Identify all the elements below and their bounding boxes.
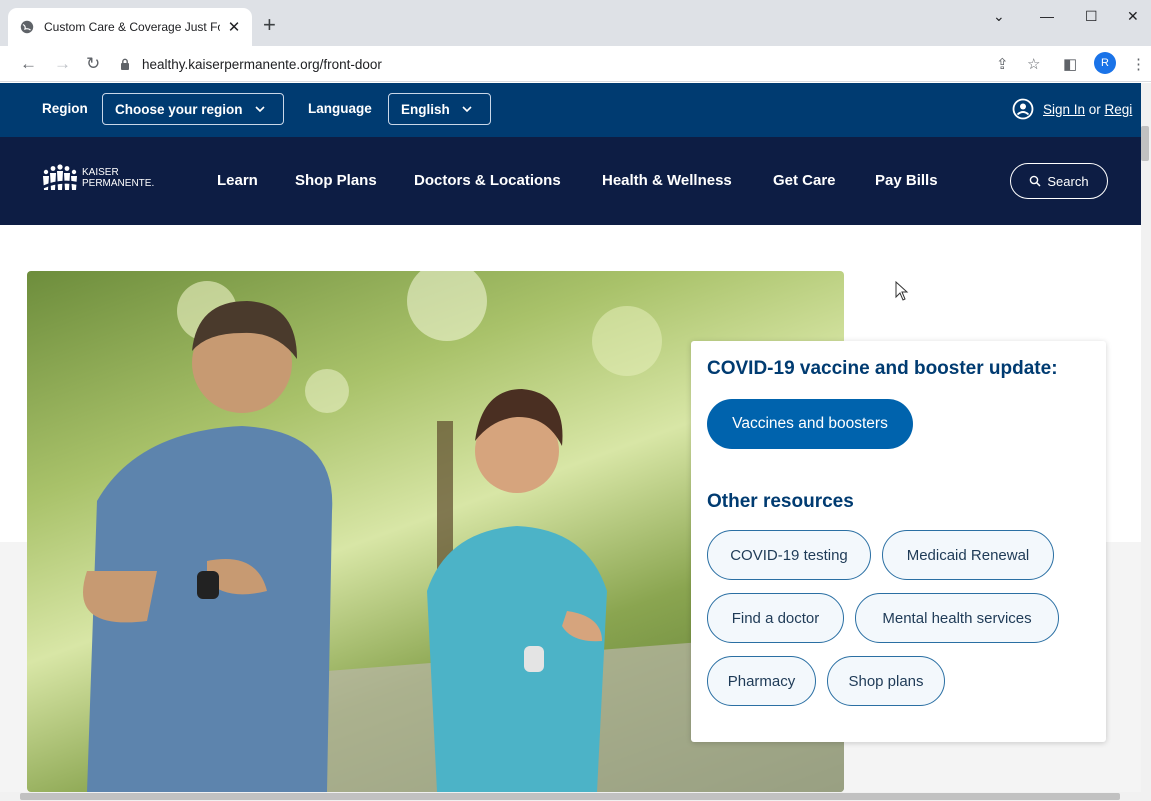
language-value: English — [401, 101, 450, 117]
horizontal-scrollbar[interactable] — [0, 792, 1141, 801]
other-resources-heading: Other resources — [707, 491, 854, 512]
kaiser-permanente-logo[interactable]: KAISER PERMANENTE. — [42, 164, 154, 192]
nav-health-wellness[interactable]: Health & Wellness — [602, 172, 732, 189]
language-label: Language — [308, 101, 372, 116]
close-window-icon[interactable]: ✕ — [1127, 8, 1139, 25]
pharmacy-button[interactable]: Pharmacy — [707, 656, 816, 706]
logo-line-1: KAISER — [82, 167, 119, 178]
vertical-scrollbar[interactable] — [1141, 83, 1151, 801]
reload-icon[interactable]: ↻ — [86, 54, 100, 74]
find-doctor-button[interactable]: Find a doctor — [707, 593, 844, 643]
nav-pay-bills[interactable]: Pay Bills — [875, 172, 938, 189]
utility-bar: Region Choose your region Language Engli… — [0, 83, 1141, 137]
menu-icon[interactable]: ⋮ — [1131, 55, 1146, 73]
search-icon — [1030, 175, 1041, 187]
tab-close-icon[interactable]: ✕ — [226, 18, 242, 36]
minimize-icon[interactable]: — — [1040, 8, 1054, 24]
profile-avatar[interactable]: R — [1094, 52, 1116, 74]
region-label: Region — [42, 101, 88, 116]
tab-title: Custom Care & Coverage Just Fo — [44, 20, 220, 34]
user-circle-icon — [1012, 98, 1034, 120]
maximize-icon[interactable]: ☐ — [1085, 8, 1098, 25]
vaccines-boosters-button[interactable]: Vaccines and boosters — [707, 399, 913, 449]
nav-learn[interactable]: Learn — [217, 172, 258, 189]
browser-tab-bar: Custom Care & Coverage Just Fo ✕ + ⌄ — ☐… — [0, 0, 1151, 46]
main-navigation: KAISER PERMANENTE. Learn Shop Plans Doct… — [0, 137, 1141, 225]
share-icon[interactable]: ⇪ — [996, 55, 1009, 73]
search-label: Search — [1047, 173, 1089, 189]
sign-in-link[interactable]: Sign In — [1043, 102, 1085, 117]
forward-icon[interactable]: → — [54, 54, 71, 74]
nav-get-care[interactable]: Get Care — [773, 172, 836, 189]
side-panel-icon[interactable]: ◧ — [1063, 55, 1077, 73]
shop-plans-button[interactable]: Shop plans — [827, 656, 945, 706]
vertical-scroll-thumb[interactable] — [1141, 126, 1149, 161]
chevron-down-icon — [462, 106, 472, 113]
browser-tab[interactable]: Custom Care & Coverage Just Fo ✕ — [8, 8, 252, 46]
language-select[interactable]: English — [388, 93, 491, 125]
tab-search-icon[interactable]: ⌄ — [993, 8, 1005, 25]
search-button[interactable]: Search — [1010, 163, 1108, 199]
new-tab-button[interactable]: + — [263, 14, 276, 36]
covid-info-card: COVID-19 vaccine and booster update: Vac… — [691, 341, 1106, 742]
medicaid-renewal-button[interactable]: Medicaid Renewal — [882, 530, 1054, 580]
mental-health-services-button[interactable]: Mental health services — [855, 593, 1059, 643]
globe-icon — [20, 20, 34, 34]
card-title: COVID-19 vaccine and booster update: — [707, 358, 1058, 379]
url-text: healthy.kaiserpermanente.org/front-door — [142, 56, 382, 72]
bookmark-star-icon[interactable]: ☆ — [1027, 55, 1040, 73]
sign-in-area: Sign In or Regi — [1012, 98, 1132, 120]
region-select[interactable]: Choose your region — [102, 93, 284, 125]
chevron-down-icon — [254, 106, 265, 113]
covid-testing-button[interactable]: COVID-19 testing — [707, 530, 871, 580]
horizontal-scroll-thumb[interactable] — [20, 793, 1120, 800]
nav-doctors-locations[interactable]: Doctors & Locations — [414, 172, 561, 189]
url-field[interactable]: healthy.kaiserpermanente.org/front-door — [112, 51, 962, 77]
address-toolbar: ← → ↻ healthy.kaiserpermanente.org/front… — [0, 46, 1151, 82]
logo-line-2: PERMANENTE. — [82, 178, 155, 189]
register-link[interactable]: Regi — [1105, 102, 1133, 117]
logo-icon — [42, 164, 78, 190]
lock-icon — [121, 58, 129, 70]
mouse-cursor-icon — [895, 281, 909, 301]
back-icon[interactable]: ← — [20, 54, 37, 74]
region-value: Choose your region — [115, 101, 243, 117]
or-text: or — [1085, 101, 1105, 117]
nav-shop-plans[interactable]: Shop Plans — [295, 172, 377, 189]
